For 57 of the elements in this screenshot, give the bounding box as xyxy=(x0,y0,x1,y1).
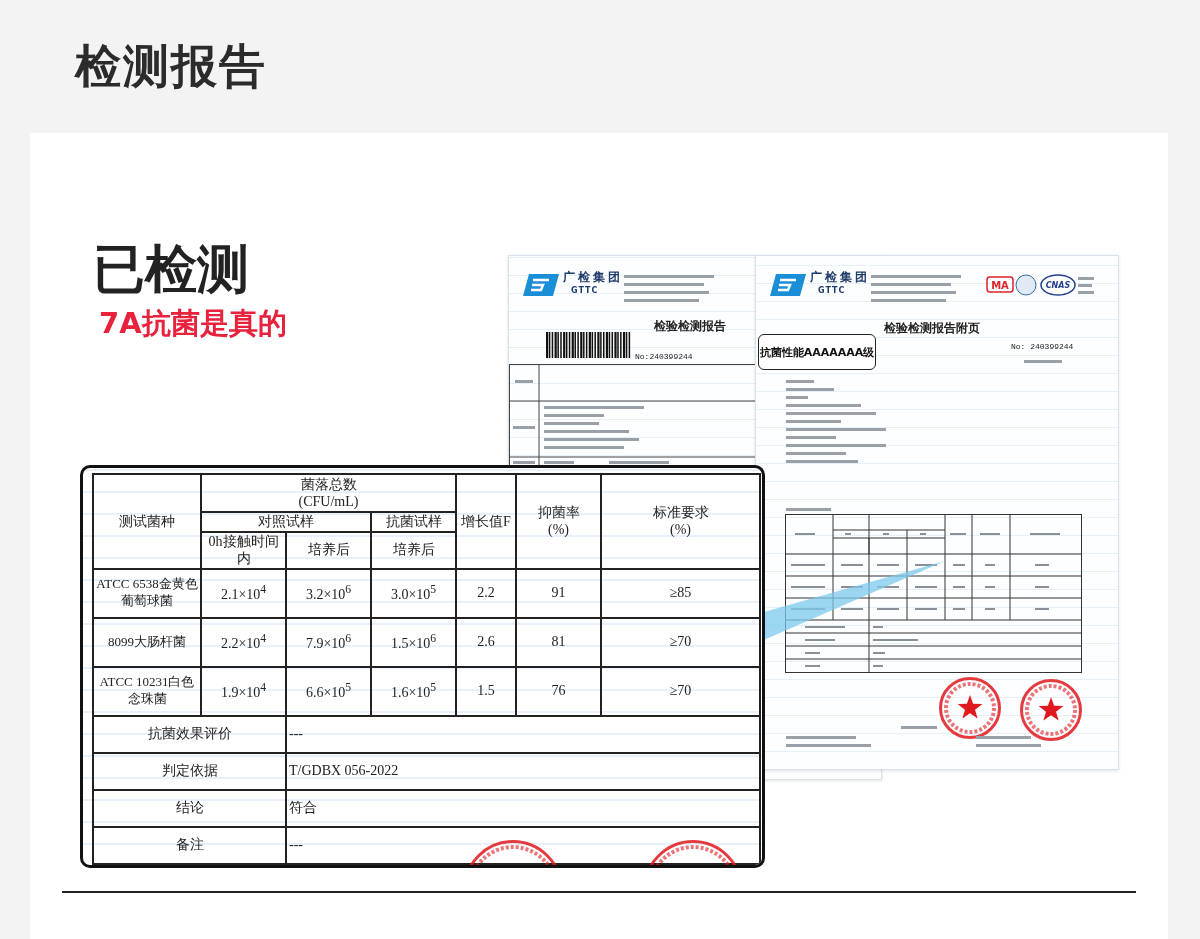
table-cell: 结论 xyxy=(93,789,286,827)
brand-name-english: GTTC xyxy=(818,286,846,295)
table-header-cell: 培养后 xyxy=(286,531,371,569)
table-cell: ≥70 xyxy=(601,666,760,716)
certification-marks-drawing: MA CNAS xyxy=(986,274,1096,298)
table-cell: 81 xyxy=(516,617,601,667)
table-cell: 6.6×10$^{5}$ xyxy=(286,666,371,716)
table-cell: 备注 xyxy=(93,826,286,864)
brand-name: 广检集团 xyxy=(810,269,870,286)
table-cell: 91 xyxy=(516,568,601,618)
table-header-cell: 抑菌率 (%) xyxy=(516,474,601,569)
table-cell: --- xyxy=(286,826,760,864)
table-header-cell: 测试菌种 xyxy=(93,474,201,569)
table-cell: 1.5×10$^{6}$ xyxy=(371,617,456,667)
table-cell: 抗菌效果评价 xyxy=(93,715,286,753)
report-number: No: 240399244 xyxy=(1011,342,1074,351)
document-title: 检验检测报告 xyxy=(654,318,726,335)
grade-label: 抗菌性能AAAAAAA级 xyxy=(758,334,876,370)
table-cell: 7.9×10$^{6}$ xyxy=(286,617,371,667)
table-cell: 1.6×10$^{5}$ xyxy=(371,666,456,716)
headline: 已检测 xyxy=(93,241,249,299)
logo-icon xyxy=(523,274,559,296)
logo-icon xyxy=(770,274,806,296)
table-cell: 1.5 xyxy=(456,666,516,716)
table-cell: ATCC 10231白色念珠菌 xyxy=(93,666,201,716)
document-title: 检验检测报告附页 xyxy=(884,320,980,337)
table-header-cell: 对照试样 xyxy=(201,512,371,532)
table-header-cell: 增长值F xyxy=(456,474,516,569)
table-header-cell: 抗菌试样 xyxy=(371,512,456,532)
table-cell: 2.2 xyxy=(456,568,516,618)
fine-print-drawing xyxy=(1024,358,1064,366)
seal-drawing xyxy=(939,677,1001,739)
table-cell: 3.2×10$^{6}$ xyxy=(286,568,371,618)
report-number: No:240399244 xyxy=(635,352,693,361)
page-title: 检测报告 xyxy=(75,37,267,95)
table-header-cell: 标准要求 (%) xyxy=(601,474,760,569)
table-cell: --- xyxy=(286,715,760,753)
table-header-cell: 0h接触时间内 xyxy=(201,531,286,569)
brand-name-english: GTTC xyxy=(571,286,599,295)
barcode-icon xyxy=(546,332,632,358)
seal-drawing xyxy=(1020,679,1082,741)
table-cell: 2.1×10$^{4}$ xyxy=(201,568,286,618)
table-cell: 8099大肠杆菌 xyxy=(93,617,201,667)
brand-name: 广检集团 xyxy=(563,269,623,286)
table-cell: 2.6 xyxy=(456,617,516,667)
table-cell: 2.2×10$^{4}$ xyxy=(201,617,286,667)
table-cell: 76 xyxy=(516,666,601,716)
table-cell: 1.9×10$^{4}$ xyxy=(201,666,286,716)
table-header-cell: 菌落总数 (CFU/mL) xyxy=(201,474,456,512)
table-cell: T/GDBX 056-2022 xyxy=(286,752,760,790)
table-cell: ≥85 xyxy=(601,568,760,618)
table-cell: ≥70 xyxy=(601,617,760,667)
table-cell: 判定依据 xyxy=(93,752,286,790)
table-cell: ATCC 6538金黄色葡萄球菌 xyxy=(93,568,201,618)
table-cell: 符合 xyxy=(286,789,760,827)
subheadline: 7A抗菌是真的 xyxy=(98,305,287,343)
table-cell: 3.0×10$^{5}$ xyxy=(371,568,456,618)
